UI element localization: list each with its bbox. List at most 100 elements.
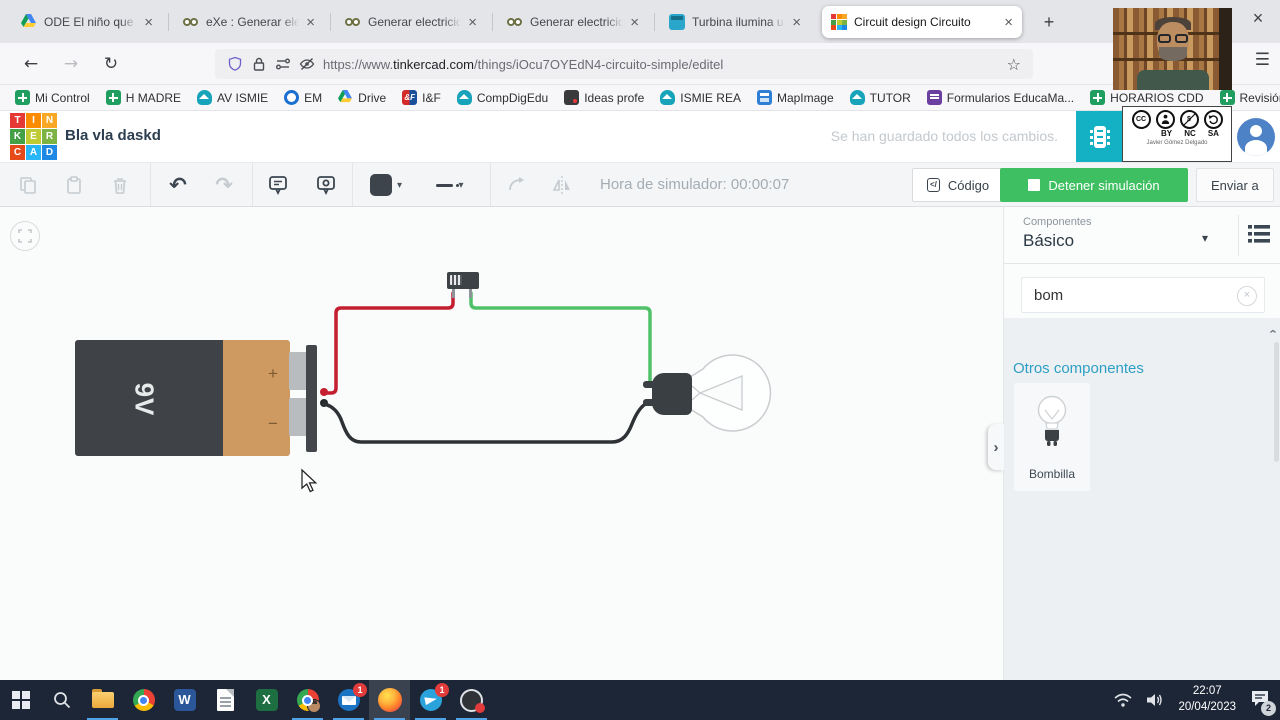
taskbar-clock[interactable]: 22:07 20/04/2023: [1178, 684, 1236, 715]
wire-red[interactable]: [322, 291, 455, 395]
bookmark-horarios-cdd[interactable]: HORARIOS CDD: [1085, 88, 1208, 107]
wire-green[interactable]: [469, 291, 652, 386]
redo-icon[interactable]: ↷: [204, 170, 244, 200]
bookmark-h-madre[interactable]: H MADRE: [101, 88, 186, 107]
list-view-icon[interactable]: [1248, 224, 1270, 249]
address-bar[interactable]: https://www.tinkercad.com/things/iOcu7OY…: [215, 49, 1033, 79]
clear-search-icon[interactable]: ×: [1237, 286, 1257, 306]
paste-icon[interactable]: [54, 170, 94, 200]
tab-close-icon[interactable]: ×: [306, 15, 315, 30]
start-button[interactable]: [0, 680, 41, 720]
notepad-button[interactable]: [205, 680, 246, 720]
switch-slider[interactable]: [450, 275, 462, 285]
tab-title: Generar electricidad | E: [368, 15, 462, 29]
bookmark-star-icon[interactable]: ☆: [1007, 55, 1021, 74]
scroll-up-icon[interactable]: ›: [1264, 329, 1279, 333]
circuits-panel-button[interactable]: [1076, 111, 1124, 162]
bookmark-compdigedu[interactable]: CompDigEdu: [452, 88, 553, 107]
tab-turbina[interactable]: Turbina ilumina una bo ×: [660, 6, 810, 38]
bookmark-ideas-profe[interactable]: Ideas profe: [559, 88, 649, 107]
chrome-profile-button[interactable]: [287, 680, 328, 720]
color-picker-dropdown[interactable]: ▾: [360, 170, 412, 200]
green-plus-icon: [15, 90, 30, 105]
tab-close-icon[interactable]: ×: [144, 15, 153, 30]
bookmark-drive[interactable]: Drive: [333, 88, 391, 107]
new-tab-button[interactable]: +: [1036, 10, 1062, 36]
components-category[interactable]: Básico: [1023, 231, 1074, 251]
screen-recorder-button[interactable]: [451, 680, 492, 720]
tab-separator: [492, 13, 493, 31]
telegram-button[interactable]: 1: [410, 680, 451, 720]
tab-ode[interactable]: ODE El niño que domó ×: [12, 6, 169, 38]
tab-close-icon[interactable]: ×: [630, 15, 639, 30]
tab-close-icon[interactable]: ×: [1004, 15, 1013, 30]
url-text[interactable]: https://www.tinkercad.com/things/iOcu7OY…: [323, 57, 999, 72]
exe-icon: [345, 14, 361, 30]
circuit-canvas[interactable]: 9V + −: [0, 207, 1003, 680]
tab-exe-2[interactable]: Generar electricidad | E ×: [336, 6, 493, 38]
user-avatar[interactable]: [1237, 118, 1275, 156]
bulb-socket[interactable]: [643, 373, 692, 415]
tab-close-icon[interactable]: ×: [468, 15, 477, 30]
exe-icon: [183, 14, 199, 30]
chevron-down-icon[interactable]: ▾: [1202, 231, 1208, 245]
tinkercad-logo[interactable]: TIN KER CAD: [10, 113, 57, 160]
wire-style-dropdown[interactable]: ▾: [424, 170, 476, 200]
blue-window-icon: [756, 90, 772, 105]
shield-icon[interactable]: [227, 56, 243, 72]
lock-icon[interactable]: [251, 56, 267, 72]
tracking-blocked-icon[interactable]: [299, 56, 315, 72]
reload-icon[interactable]: ↻: [96, 50, 126, 78]
bookmark-mi-control[interactable]: Mi Control: [10, 88, 95, 107]
simulator-time: Hora de simulador: 00:00:07: [600, 176, 790, 193]
browser-tab-strip: ODE El niño que domó × eXe : Generar ele…: [0, 0, 1280, 43]
stop-simulation-button[interactable]: Detener simulación: [1000, 168, 1188, 202]
firefox-button[interactable]: [369, 680, 410, 720]
code-button[interactable]: </Código: [912, 168, 1005, 202]
excel-button[interactable]: X: [246, 680, 287, 720]
volume-icon[interactable]: [1146, 692, 1164, 708]
annotations-toggle-icon[interactable]: [306, 170, 346, 200]
window-close-button[interactable]: ×: [1244, 8, 1272, 29]
bookmark-ismie-rea[interactable]: ISMIE REA: [655, 88, 746, 107]
word-button[interactable]: W: [164, 680, 205, 720]
wifi-icon[interactable]: [1114, 692, 1132, 708]
permissions-icon[interactable]: [275, 56, 291, 72]
taskbar-search-button[interactable]: [41, 680, 82, 720]
back-icon[interactable]: ←: [16, 50, 46, 78]
bookmark-mapimage[interactable]: MapImage: [752, 88, 839, 107]
wire-black[interactable]: [322, 401, 650, 444]
copy-icon[interactable]: [8, 170, 48, 200]
send-to-button[interactable]: Enviar a: [1196, 168, 1274, 202]
design-title[interactable]: Bla vla daskd: [65, 127, 161, 144]
tab-exe-1[interactable]: eXe : Generar electricid ×: [174, 6, 331, 38]
tab-exe-3[interactable]: Generar electricidad | E ×: [498, 6, 655, 38]
bookmark-formularios[interactable]: Formularios EducaMa...: [922, 88, 1079, 107]
slide-switch[interactable]: [447, 272, 479, 298]
chrome-button[interactable]: [123, 680, 164, 720]
notifications-button[interactable]: 2: [1250, 689, 1276, 716]
component-search-input[interactable]: [1021, 277, 1265, 313]
bulb-pin-bottom: [643, 399, 653, 406]
rotate-icon[interactable]: [496, 170, 536, 200]
delete-icon[interactable]: [100, 170, 140, 200]
component-bombilla[interactable]: Bombilla: [1014, 383, 1090, 491]
section-title: Otros componentes: [1013, 360, 1144, 377]
thunderbird-button[interactable]: 1: [328, 680, 369, 720]
undo-icon[interactable]: ↶: [158, 170, 198, 200]
bookmark-em[interactable]: EM: [279, 88, 327, 107]
scrollbar[interactable]: [1274, 342, 1279, 462]
bookmark-tutor[interactable]: TUTOR: [845, 88, 916, 107]
bookmark-iyf[interactable]: &F I&F: [397, 88, 446, 107]
green-plus-icon: [105, 90, 121, 105]
tab-tinkercad-active[interactable]: Circuit design Circuito ×: [822, 6, 1022, 38]
menu-icon[interactable]: ☰: [1255, 50, 1270, 70]
bookmark-revision-odes[interactable]: Revisión ODEs: [1215, 88, 1280, 107]
forward-icon[interactable]: →: [56, 50, 86, 78]
tab-close-icon[interactable]: ×: [792, 15, 801, 30]
file-explorer-button[interactable]: [82, 680, 123, 720]
mirror-icon[interactable]: [542, 170, 582, 200]
bookmark-av-ismie[interactable]: AV ISMIE: [192, 88, 273, 107]
moodle-cap-icon: [456, 90, 472, 105]
notes-icon[interactable]: [258, 170, 298, 200]
